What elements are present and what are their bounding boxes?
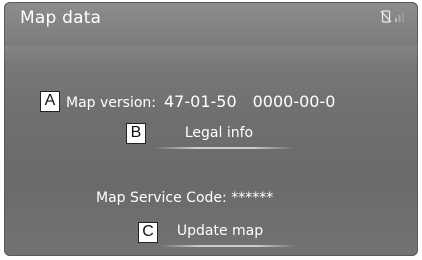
- map-version-label: Map version:: [66, 95, 156, 111]
- callout-c: C: [138, 222, 158, 243]
- legal-info-button[interactable]: Legal info: [154, 125, 284, 141]
- phone-disconnected-icon: [380, 10, 392, 23]
- legal-info-label: Legal info: [184, 125, 254, 141]
- update-map-label: Update map: [176, 223, 264, 239]
- screen-title: Map data: [20, 8, 102, 28]
- map-version-date: 0000-00-0: [252, 92, 336, 111]
- map-service-code: Map Service Code: ******: [96, 190, 274, 206]
- map-version-row: Map version: 47-01-50 0000-00-0: [66, 92, 335, 111]
- title-divider: [4, 46, 418, 64]
- signal-icon: [395, 11, 404, 22]
- map-data-screen: Map data A Map version: 47-01-50 0000-00-0…: [4, 2, 418, 256]
- legal-info-underline: [154, 147, 294, 149]
- callout-a: A: [40, 91, 60, 112]
- status-bar: [380, 10, 404, 23]
- update-map-button[interactable]: Update map: [164, 223, 276, 239]
- update-map-underline: [160, 245, 296, 247]
- callout-b: B: [126, 123, 146, 144]
- map-version-number: 47-01-50: [164, 92, 237, 111]
